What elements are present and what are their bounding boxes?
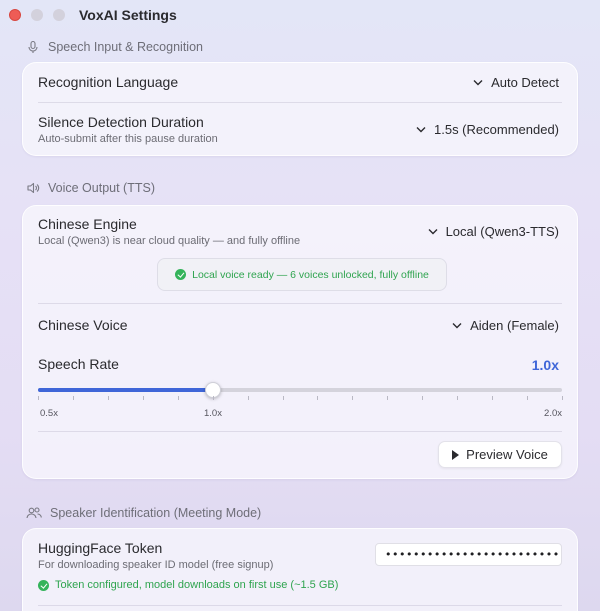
- chinese-voice-select[interactable]: Aiden (Female): [452, 318, 559, 333]
- speaker-id-card: HuggingFace Token For downloading speake…: [22, 528, 578, 611]
- slider-tick: [352, 396, 354, 400]
- slider-max-label: 2.0x: [544, 408, 562, 419]
- speech-rate-value: 1.0x: [531, 357, 559, 373]
- status-text: Local voice ready — 6 voices unlocked, f…: [192, 268, 429, 281]
- window-title: VoxAI Settings: [79, 7, 177, 23]
- section-header-speech-input: Speech Input & Recognition: [26, 38, 203, 56]
- hf-token-input[interactable]: •••••••••••••••••••••••••••: [375, 543, 562, 566]
- divider: [38, 303, 562, 304]
- preview-voice-button[interactable]: Preview Voice: [438, 441, 562, 468]
- chinese-voice-row[interactable]: Chinese Voice Aiden (Female): [38, 317, 562, 337]
- slider-tick: [247, 396, 249, 400]
- recognition-language-row[interactable]: Recognition Language Auto Detect: [38, 74, 562, 94]
- divider: [38, 605, 562, 606]
- title-bar: VoxAI Settings: [0, 0, 600, 30]
- play-icon: [452, 449, 460, 460]
- speaker-icon: [27, 182, 40, 194]
- close-window-button[interactable]: [9, 9, 21, 21]
- speech-rate-slider[interactable]: [38, 382, 562, 398]
- chevron-down-icon: [428, 229, 438, 235]
- silence-detection-value: 1.5s (Recommended): [434, 122, 559, 137]
- preview-voice-label: Preview Voice: [466, 447, 548, 462]
- settings-window: VoxAI Settings Speech Input & Recognitio…: [0, 0, 600, 611]
- slider-tick: [282, 396, 284, 400]
- people-icon: [26, 507, 42, 519]
- divider: [38, 102, 562, 103]
- slider-tick: [562, 396, 563, 400]
- speech-input-card: Recognition Language Auto Detect Silence…: [22, 62, 578, 156]
- chinese-engine-value: Local (Qwen3-TTS): [445, 224, 559, 239]
- slider-fill: [38, 388, 213, 392]
- recognition-language-select[interactable]: Auto Detect: [473, 75, 559, 90]
- divider: [38, 431, 562, 432]
- slider-min-label: 0.5x: [40, 408, 58, 419]
- slider-tick: [107, 396, 109, 400]
- recognition-language-value: Auto Detect: [491, 75, 559, 90]
- section-title: Speech Input & Recognition: [48, 40, 203, 54]
- slider-tick: [38, 396, 39, 400]
- slider-tick: [72, 396, 74, 400]
- section-title: Voice Output (TTS): [48, 181, 155, 195]
- token-status-text: Token configured, model downloads on fir…: [55, 579, 339, 591]
- chinese-engine-row[interactable]: Chinese Engine Local (Qwen3) is near clo…: [38, 216, 562, 248]
- silence-detection-row[interactable]: Silence Detection Duration Auto-submit a…: [38, 114, 562, 146]
- slider-tick: [142, 396, 144, 400]
- section-header-speaker-id: Speaker Identification (Meeting Mode): [26, 504, 261, 522]
- microphone-icon: [28, 40, 38, 53]
- slider-tick: [492, 396, 494, 400]
- speech-rate-row: Speech Rate: [38, 356, 562, 376]
- slider-tick: [212, 396, 214, 400]
- local-voice-status: Local voice ready — 6 voices unlocked, f…: [157, 258, 447, 291]
- checkmark-circle-icon: [175, 269, 187, 280]
- slider-tick: [457, 396, 459, 400]
- section-title: Speaker Identification (Meeting Mode): [50, 506, 262, 520]
- token-status-row: Token configured, model downloads on fir…: [38, 579, 562, 595]
- slider-tick: [527, 396, 529, 400]
- chevron-down-icon: [473, 80, 483, 86]
- slider-tick: [422, 396, 424, 400]
- minimize-window-button[interactable]: [31, 9, 43, 21]
- chevron-down-icon: [416, 127, 426, 133]
- speech-rate-label: Speech Rate: [38, 356, 119, 372]
- slider-mid-label: 1.0x: [204, 408, 222, 419]
- chevron-down-icon: [452, 323, 462, 329]
- checkmark-circle-icon: [38, 579, 49, 591]
- chinese-voice-value: Aiden (Female): [470, 318, 559, 333]
- section-header-voice-output: Voice Output (TTS): [26, 179, 155, 197]
- silence-detection-select[interactable]: 1.5s (Recommended): [416, 122, 559, 137]
- slider-tick: [177, 396, 179, 400]
- slider-ticks: [38, 396, 563, 401]
- voice-output-card: Chinese Engine Local (Qwen3) is near clo…: [22, 205, 578, 479]
- maximize-window-button[interactable]: [53, 9, 65, 21]
- chinese-engine-select[interactable]: Local (Qwen3-TTS): [428, 224, 559, 239]
- token-status: Token configured, model downloads on fir…: [38, 579, 562, 591]
- slider-tick: [317, 396, 319, 400]
- slider-tick: [387, 396, 389, 400]
